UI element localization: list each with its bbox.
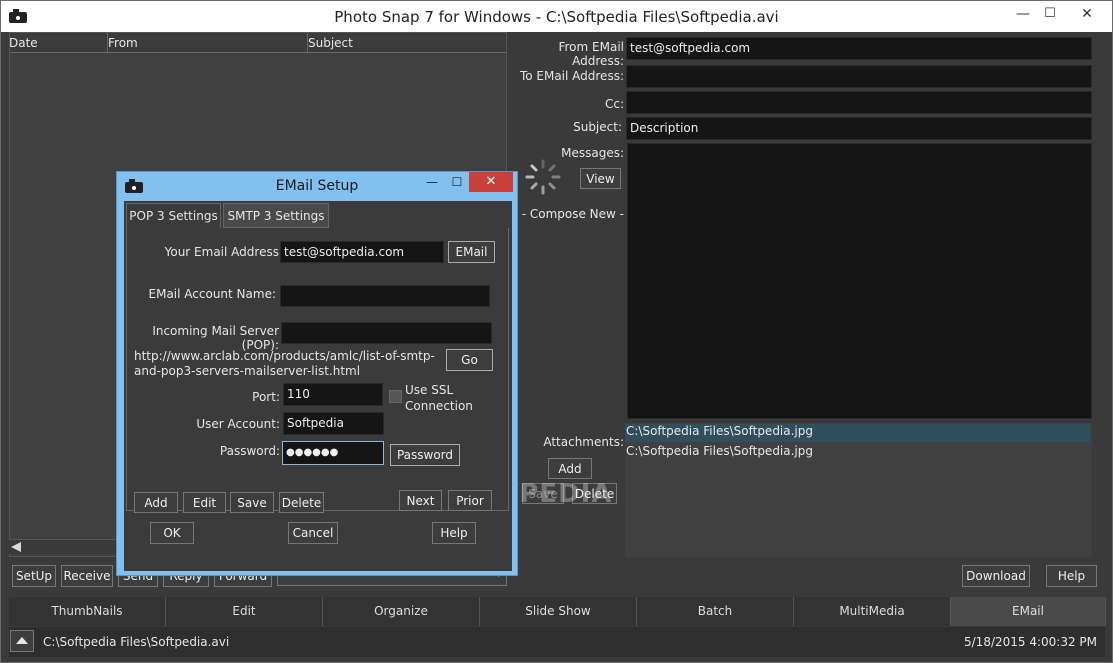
delete-button[interactable]: Delete bbox=[279, 492, 324, 513]
help-button[interactable]: Help bbox=[1046, 565, 1097, 587]
from-field[interactable]: test@softpedia.com bbox=[626, 37, 1092, 60]
column-date[interactable]: Date bbox=[9, 36, 38, 50]
cc-label: Cc: bbox=[604, 97, 624, 111]
close-button[interactable]: ✕ bbox=[1064, 1, 1110, 29]
download-button[interactable]: Download bbox=[962, 565, 1030, 587]
go-button[interactable]: Go bbox=[446, 349, 493, 371]
to-field[interactable] bbox=[626, 65, 1092, 88]
from-label: From EMail Address: bbox=[558, 40, 624, 68]
status-bar: C:\Softpedia Files\Softpedia.avi 5/18/20… bbox=[9, 627, 1105, 657]
tab-slide-show[interactable]: Slide Show bbox=[480, 597, 637, 626]
scroll-left-icon[interactable] bbox=[11, 542, 21, 552]
email-setup-dialog: EMail Setup — ☐ ✕ POP 3 Settings SMTP 3 … bbox=[116, 171, 518, 576]
setup-button[interactable]: SetUp bbox=[12, 565, 56, 587]
tab-organize[interactable]: Organize bbox=[323, 597, 480, 626]
account-name-field[interactable] bbox=[280, 285, 490, 307]
your-email-field[interactable]: test@softpedia.com bbox=[280, 241, 444, 263]
subject-field[interactable]: Description bbox=[626, 117, 1092, 140]
prior-button[interactable]: Prior bbox=[448, 490, 492, 511]
next-button[interactable]: Next bbox=[399, 490, 442, 511]
list-item[interactable]: C:\Softpedia Files\Softpedia.jpg bbox=[625, 444, 1090, 462]
port-label: Port: bbox=[252, 390, 280, 404]
cancel-button[interactable]: Cancel bbox=[288, 522, 338, 544]
subject-label: Subject: bbox=[573, 120, 622, 134]
dialog-help-button[interactable]: Help bbox=[432, 522, 476, 544]
save-button[interactable]: Save bbox=[230, 492, 274, 513]
attachments-list[interactable]: C:\Softpedia Files\Softpedia.jpg C:\Soft… bbox=[625, 423, 1092, 557]
triangle-up-icon bbox=[16, 637, 28, 644]
view-button[interactable]: View bbox=[580, 168, 621, 189]
loading-spinner-icon bbox=[525, 159, 561, 195]
attachments-label: Attachments: bbox=[543, 435, 624, 449]
tab-batch[interactable]: Batch bbox=[637, 597, 794, 626]
port-field[interactable]: 110 bbox=[283, 383, 383, 406]
column-from[interactable]: From bbox=[108, 36, 138, 50]
password-label: Password: bbox=[219, 444, 280, 458]
status-path: C:\Softpedia Files\Softpedia.avi bbox=[43, 635, 230, 649]
tab-pop3-settings[interactable]: POP 3 Settings bbox=[126, 203, 221, 228]
title-bar: Photo Snap 7 for Windows - C:\Softpedia … bbox=[1, 1, 1112, 32]
list-item[interactable]: C:\Softpedia Files\Softpedia.jpg bbox=[625, 424, 1090, 442]
receive-button[interactable]: Receive bbox=[61, 565, 113, 587]
dialog-maximize-button[interactable]: ☐ bbox=[445, 173, 469, 193]
tab-email[interactable]: EMail bbox=[951, 597, 1106, 626]
add-button[interactable]: Add bbox=[134, 492, 178, 513]
ok-button[interactable]: OK bbox=[150, 522, 194, 544]
server-list-link[interactable]: http://www.arclab.com/products/amlc/list… bbox=[134, 349, 438, 379]
email-button[interactable]: EMail bbox=[448, 241, 495, 263]
edit-button[interactable]: Edit bbox=[183, 492, 226, 513]
tab-smtp3-settings[interactable]: SMTP 3 Settings bbox=[223, 203, 329, 228]
maximize-button[interactable]: ☐ bbox=[1033, 1, 1067, 29]
window-title: Photo Snap 7 for Windows - C:\Softpedia … bbox=[334, 8, 779, 26]
user-account-label: User Account: bbox=[196, 417, 280, 431]
column-subject[interactable]: Subject bbox=[308, 36, 353, 50]
password-field[interactable]: ●●●●●● bbox=[282, 441, 384, 465]
expand-button[interactable] bbox=[10, 630, 34, 652]
compose-new-label: - Compose New - bbox=[521, 207, 624, 221]
your-email-label: Your Email Address: bbox=[164, 245, 283, 259]
account-name-label: EMail Account Name: bbox=[148, 287, 276, 301]
list-header: Date From Subject bbox=[9, 33, 506, 53]
tab-multimedia[interactable]: MultiMedia bbox=[794, 597, 951, 626]
add-attachment-button[interactable]: Add bbox=[548, 458, 592, 479]
ssl-label: Use SSL Connection bbox=[405, 383, 473, 413]
incoming-server-field[interactable] bbox=[281, 322, 492, 344]
status-datetime: 5/18/2015 4:00:32 PM bbox=[964, 635, 1098, 649]
messages-textarea[interactable] bbox=[627, 143, 1092, 419]
incoming-server-label: Incoming Mail Server (POP): bbox=[152, 324, 279, 352]
ssl-checkbox[interactable] bbox=[389, 390, 402, 403]
password-button[interactable]: Password bbox=[390, 444, 460, 466]
dialog-minimize-button[interactable]: — bbox=[420, 173, 444, 193]
dialog-body: POP 3 Settings SMTP 3 Settings Your Emai… bbox=[124, 201, 512, 571]
tab-edit[interactable]: Edit bbox=[166, 597, 323, 626]
app-window: Photo Snap 7 for Windows - C:\Softpedia … bbox=[0, 0, 1113, 663]
tab-thumbnails[interactable]: ThumbNails bbox=[9, 597, 166, 626]
cc-field[interactable] bbox=[626, 91, 1092, 114]
dialog-close-button[interactable]: ✕ bbox=[469, 172, 513, 192]
to-label: To EMail Address: bbox=[519, 69, 624, 83]
user-account-field[interactable]: Softpedia bbox=[283, 412, 384, 435]
